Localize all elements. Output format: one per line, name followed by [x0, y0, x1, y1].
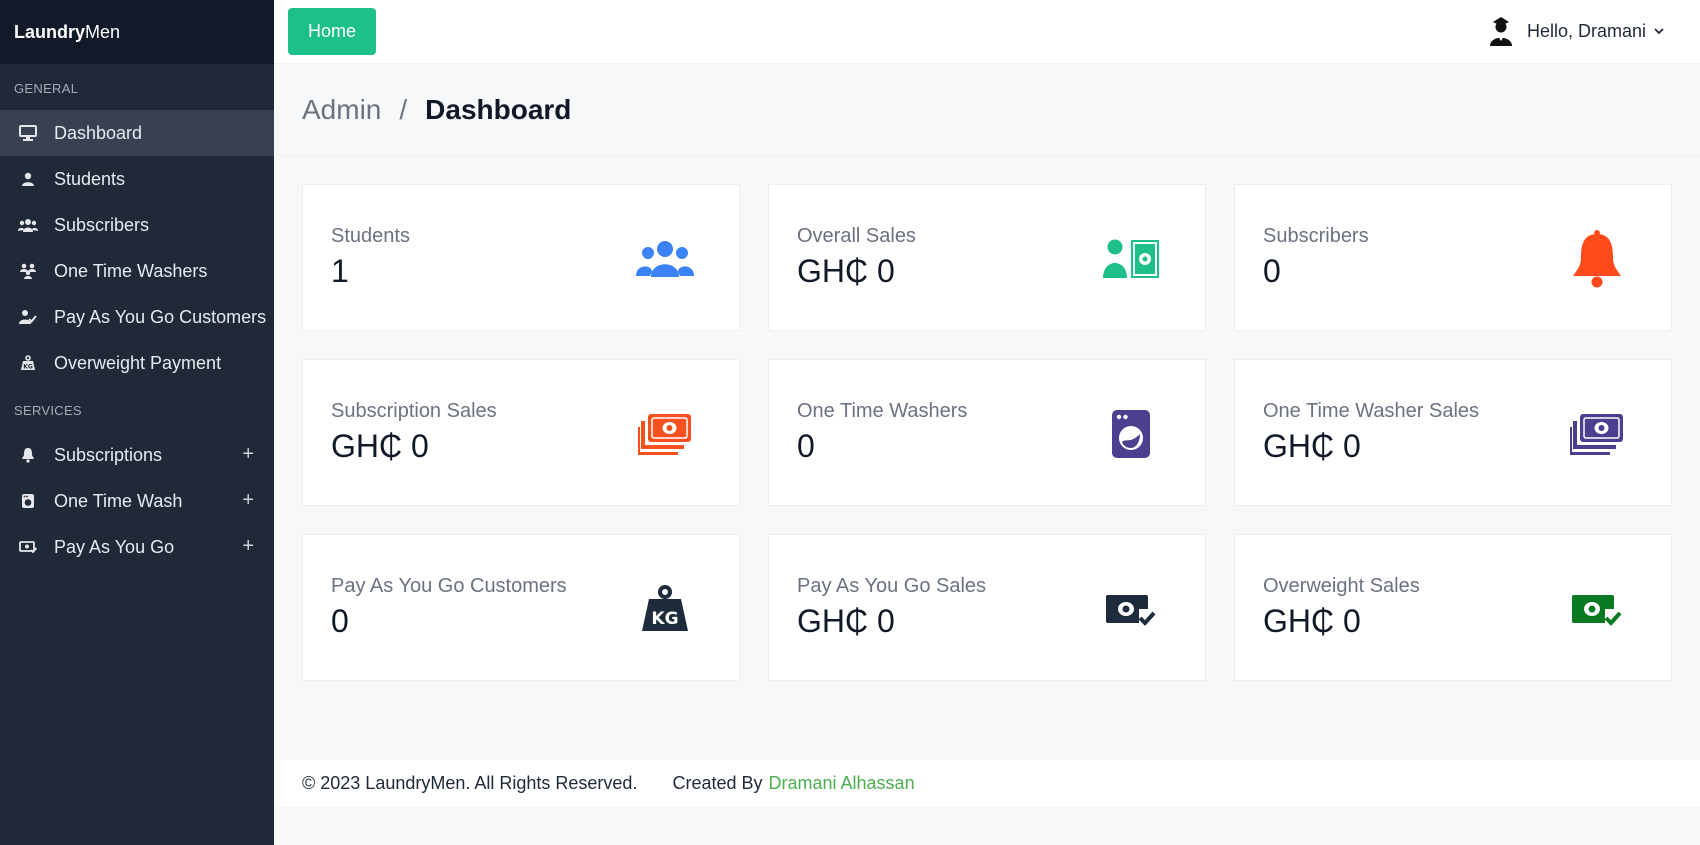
stat-value: GH₵ 0	[1263, 603, 1361, 639]
stat-card-subscribers[interactable]: Subscribers 0	[1234, 184, 1672, 331]
user-menu[interactable]: Hello, Dramani	[1487, 16, 1664, 46]
sidebar-item-students[interactable]: Students	[0, 156, 274, 202]
sidebar-item-label: Subscriptions	[54, 444, 163, 465]
monitor-icon	[18, 123, 38, 143]
stat-label: One Time Washer Sales	[1263, 400, 1480, 422]
sidebar-item-label: Dashboard	[54, 122, 143, 143]
stat-value: GH₵ 0	[331, 428, 429, 464]
sidebar: Laundry Men GENERAL Dashboard Students Su…	[0, 0, 274, 845]
sidebar-item-label: Pay As You Go Customers	[54, 306, 267, 327]
stat-value: GH₵ 0	[797, 253, 895, 289]
expand-icon[interactable]: +	[242, 535, 254, 558]
money-stack-icon	[635, 408, 695, 460]
money-check-icon	[1101, 583, 1161, 635]
stat-card-overall-sales[interactable]: Overall Sales GH₵ 0	[768, 184, 1206, 331]
stat-card-overweight-sales[interactable]: Overweight Sales GH₵ 0	[1234, 534, 1672, 681]
washer-icon	[18, 491, 38, 511]
stat-card-one-time-washers[interactable]: One Time Washers 0	[768, 359, 1206, 506]
users-icon	[18, 215, 38, 235]
section-general: GENERAL	[14, 80, 79, 96]
stat-value: 0	[1263, 253, 1281, 289]
breadcrumb: Admin / Dashboard	[302, 94, 571, 126]
users-icon	[635, 233, 695, 285]
bell-icon	[1567, 230, 1627, 288]
sidebar-item-overweight-payment[interactable]: KG Overweight Payment	[0, 340, 274, 386]
stat-label: Pay As You Go Customers	[331, 575, 567, 597]
author-link[interactable]: Dramani Alhassan	[769, 773, 915, 794]
stat-card-pay-as-you-go-sales[interactable]: Pay As You Go Sales GH₵ 0	[768, 534, 1206, 681]
created-by-text: Created By	[672, 773, 763, 793]
stat-label: Pay As You Go Sales	[797, 575, 987, 597]
stat-value: 0	[797, 428, 815, 464]
stat-label: Overweight Sales	[1263, 575, 1420, 597]
sidebar-item-subscribers[interactable]: Subscribers	[0, 202, 274, 248]
sidebar-item-dashboard[interactable]: Dashboard	[0, 110, 274, 156]
money-stack-icon	[1567, 408, 1627, 460]
brand-logo[interactable]: Laundry Men	[0, 0, 274, 64]
sidebar-item-subscriptions[interactable]: Subscriptions +	[0, 432, 274, 478]
user-money-icon	[1101, 233, 1161, 285]
stat-value: 1	[331, 253, 349, 289]
sidebar-item-pay-as-you-go[interactable]: Pay As You Go +	[0, 524, 274, 570]
chevron-down-icon	[1654, 24, 1664, 38]
avatar-icon	[1487, 16, 1515, 46]
topbar: Home Hello, Dramani	[274, 0, 1700, 64]
user-group-icon	[18, 261, 38, 281]
kg-weight-icon: KG	[635, 583, 695, 635]
bell-icon	[18, 445, 38, 465]
stat-value: 0	[331, 603, 349, 639]
stat-card-subscription-sales[interactable]: Subscription Sales GH₵ 0	[302, 359, 740, 506]
expand-icon[interactable]: +	[242, 443, 254, 466]
sidebar-item-label: Overweight Payment	[54, 352, 222, 373]
footer: © 2023 LaundryMen. All Rights Reserved. …	[274, 760, 1700, 807]
stat-card-students[interactable]: Students 1	[302, 184, 740, 331]
brand-light: Men	[85, 21, 121, 42]
breadcrumb-bar: Admin / Dashboard	[274, 64, 1700, 156]
sidebar-item-label: Students	[54, 168, 126, 189]
stat-value: GH₵ 0	[797, 603, 895, 639]
home-button[interactable]: Home	[288, 8, 376, 55]
washer-icon	[1101, 408, 1161, 460]
brand-bold: Laundry	[14, 21, 86, 42]
money-icon	[18, 537, 38, 557]
user-greeting: Hello, Dramani	[1526, 20, 1646, 41]
svg-text:KG: KG	[651, 609, 678, 629]
sidebar-item-one-time-washers[interactable]: One Time Washers	[0, 248, 274, 294]
stat-label: Overall Sales	[797, 225, 916, 247]
sidebar-item-label: Subscribers	[54, 214, 150, 235]
sidebar-item-one-time-wash[interactable]: One Time Wash +	[0, 478, 274, 524]
stat-value: GH₵ 0	[1263, 428, 1361, 464]
stat-label: Students	[331, 225, 410, 247]
section-services: SERVICES	[14, 402, 82, 418]
weight-icon: KG	[18, 353, 38, 373]
expand-icon[interactable]: +	[242, 489, 254, 512]
stat-card-one-time-washer-sales[interactable]: One Time Washer Sales GH₵ 0	[1234, 359, 1672, 506]
sidebar-item-label: Pay As You Go	[54, 536, 175, 557]
sidebar-item-label: One Time Washers	[54, 260, 208, 281]
svg-text:KG: KG	[23, 364, 33, 371]
copyright-text: © 2023 LaundryMen. All Rights Reserved.	[302, 773, 638, 793]
stat-label: Subscribers	[1263, 225, 1369, 247]
breadcrumb-parent[interactable]: Admin	[302, 94, 381, 126]
user-icon	[18, 169, 38, 189]
breadcrumb-separator: /	[399, 94, 408, 125]
stat-label: One Time Washers	[797, 400, 968, 422]
money-check-icon	[1567, 583, 1627, 635]
sidebar-item-label: One Time Wash	[54, 490, 183, 511]
stat-label: Subscription Sales	[331, 400, 497, 422]
page-title: Dashboard	[425, 94, 572, 125]
sidebar-item-pay-as-you-go-customers[interactable]: Pay As You Go Customers	[0, 294, 274, 340]
stat-card-pay-as-you-go-customers[interactable]: Pay As You Go Customers 0 KG	[302, 534, 740, 681]
user-check-icon	[18, 307, 38, 327]
